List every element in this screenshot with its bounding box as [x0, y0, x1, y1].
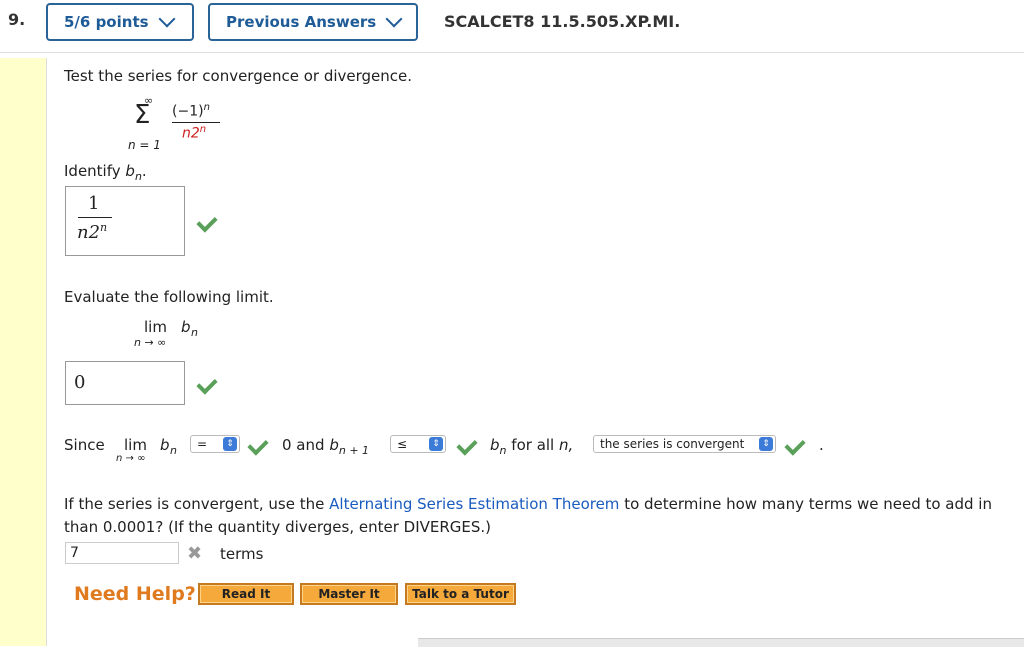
- answer1-numerator: 1: [88, 193, 100, 214]
- answer1-denominator: n2n: [77, 221, 108, 243]
- previous-answers-label: Previous Answers: [226, 13, 377, 31]
- correct-check-icon: [784, 434, 806, 456]
- series-denominator: n2n: [182, 124, 207, 142]
- answer-box-limit[interactable]: 0: [65, 361, 185, 405]
- fraction-bar: [172, 122, 220, 123]
- answer-box-bn[interactable]: 1 n2n: [65, 186, 185, 256]
- master-it-button[interactable]: Master It: [300, 583, 398, 605]
- previous-answers-dropdown[interactable]: Previous Answers: [208, 3, 418, 41]
- identify-prompt: Identify bn.: [64, 162, 147, 183]
- relation-select-1[interactable]: = ⇕: [190, 435, 240, 453]
- series-numerator: (−1)n: [172, 102, 210, 120]
- correct-check-icon: [247, 434, 269, 456]
- since-end-period: .: [819, 436, 824, 454]
- estimation-text-line2: than 0.0001? (If the quantity diverges, …: [64, 518, 492, 536]
- series-expression: ∞ Σ n = 1 (−1)n n2n: [128, 94, 238, 154]
- limit-prompt: Evaluate the following limit.: [64, 288, 274, 306]
- limit-expression: lim b n n → ∞: [134, 318, 198, 349]
- answer2-value: 0: [74, 372, 86, 393]
- read-it-button[interactable]: Read It: [198, 583, 294, 605]
- terms-input[interactable]: 7: [65, 542, 179, 564]
- since-middle-text: 0 and bn + 1: [282, 436, 370, 457]
- since-tail-text: bn for all n,: [490, 436, 574, 457]
- select-arrows-icon: ⇕: [223, 437, 237, 451]
- estimation-text-line1: If the series is convergent, use the Alt…: [64, 495, 992, 513]
- incorrect-x-icon: ✖: [187, 543, 203, 564]
- points-dropdown[interactable]: 5/6 points: [46, 3, 194, 41]
- since-limit: lim b n n → ∞: [116, 436, 177, 464]
- talk-to-tutor-button[interactable]: Talk to a Tutor: [405, 583, 516, 605]
- answer1-fraction-bar: [78, 217, 112, 218]
- chevron-down-icon: [385, 10, 403, 28]
- instruction-text: Test the series for convergence or diver…: [64, 67, 413, 85]
- conclusion-select[interactable]: the series is convergent ⇕: [593, 435, 776, 453]
- sigma-symbol: Σ: [134, 100, 151, 130]
- sigma-lower: n = 1: [128, 138, 161, 152]
- estimation-theorem-link[interactable]: Alternating Series Estimation Theorem: [329, 495, 619, 513]
- correct-check-icon: [456, 434, 478, 456]
- select-arrows-icon: ⇕: [759, 437, 773, 451]
- question-number: 9.: [8, 10, 26, 29]
- correct-check-icon: [196, 211, 218, 233]
- correct-check-icon: [196, 373, 218, 395]
- need-help-label: Need Help?: [74, 583, 196, 605]
- question-side-strip: [0, 58, 47, 646]
- terms-unit: terms: [220, 545, 264, 563]
- points-label: 5/6 points: [64, 13, 149, 31]
- since-label: Since: [64, 436, 105, 454]
- select-arrows-icon: ⇕: [429, 437, 443, 451]
- relation-select-2[interactable]: ≤ ⇕: [390, 435, 446, 453]
- chevron-down-icon: [158, 10, 176, 28]
- problem-code: SCALCET8 11.5.505.XP.MI.: [444, 12, 681, 31]
